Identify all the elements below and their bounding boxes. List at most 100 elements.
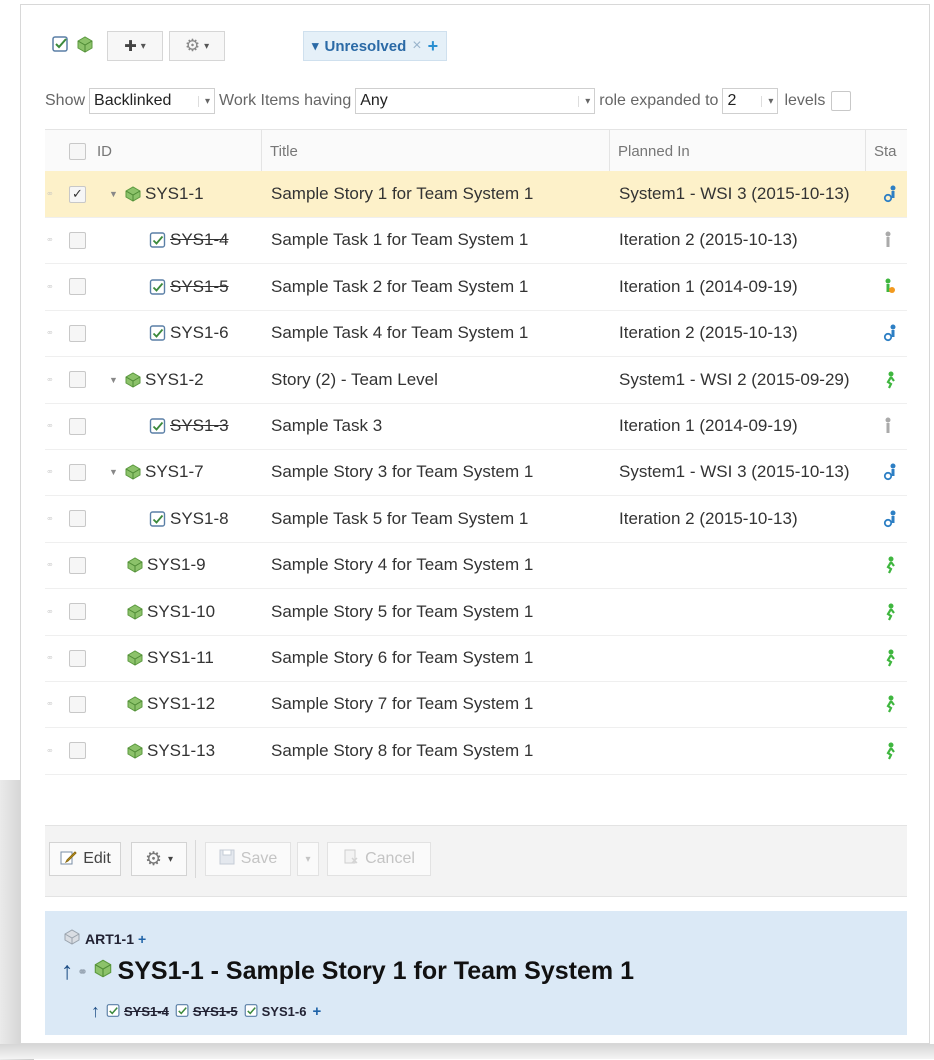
drag-handle-icon[interactable]: ◦◦: [47, 728, 53, 774]
work-item-id[interactable]: SYS1-5: [170, 277, 229, 297]
id-cell[interactable]: SYS1-13: [125, 728, 215, 774]
drag-handle-icon[interactable]: ◦◦: [47, 217, 53, 263]
up-arrow-icon[interactable]: ↑: [91, 1001, 100, 1022]
select-all-checkbox[interactable]: [69, 142, 86, 160]
drag-handle-icon[interactable]: ◦◦: [47, 496, 53, 542]
child-id[interactable]: SYS1-4: [124, 1004, 169, 1019]
table-row[interactable]: ◦◦ SYS1-13 Sample Story 8 for Team System …: [45, 728, 907, 775]
table-row[interactable]: ◦◦ SYS1-12 Sample Story 7 for Team System …: [45, 681, 907, 729]
id-cell[interactable]: SYS1-3: [149, 403, 229, 449]
column-header-title[interactable]: Title: [261, 130, 610, 172]
table-row[interactable]: ◦◦ ✓ ▼ SYS1-1 Sample Story 1 for Team System…: [45, 171, 907, 218]
title-cell[interactable]: Sample Task 3: [271, 403, 382, 449]
expand-toggle-icon[interactable]: ▼: [109, 449, 118, 495]
drag-handle-icon[interactable]: ◦◦: [47, 449, 53, 495]
title-cell[interactable]: Sample Story 4 for Team System 1: [271, 542, 533, 588]
drag-handle-icon[interactable]: ◦◦: [47, 681, 53, 727]
planned-in-cell[interactable]: System1 - WSI 3 (2015-10-13): [619, 171, 850, 217]
add-filter-icon[interactable]: +: [428, 36, 439, 57]
remove-filter-icon[interactable]: ×: [412, 37, 421, 55]
filter-chip-unresolved[interactable]: ▾ Unresolved × +: [303, 31, 448, 61]
id-cell[interactable]: SYS1-2: [123, 357, 204, 403]
planned-in-cell[interactable]: System1 - WSI 2 (2015-09-29): [619, 357, 850, 403]
id-cell[interactable]: SYS1-8: [149, 496, 229, 542]
table-row[interactable]: ◦◦ SYS1-5 Sample Task 2 for Team System 1 I…: [45, 264, 907, 311]
planned-in-cell[interactable]: Iteration 2 (2015-10-13): [619, 310, 798, 356]
row-checkbox[interactable]: [69, 742, 86, 760]
title-cell[interactable]: Sample Story 1 for Team System 1: [271, 171, 533, 217]
add-child-icon[interactable]: +: [312, 1003, 321, 1020]
id-cell[interactable]: SYS1-10: [125, 589, 215, 635]
id-cell[interactable]: SYS1-11: [125, 635, 214, 681]
table-row[interactable]: ◦◦ SYS1-9 Sample Story 4 for Team System 1: [45, 542, 907, 590]
id-cell[interactable]: SYS1-6: [149, 310, 229, 356]
row-checkbox[interactable]: [69, 463, 86, 481]
column-header-planned-in[interactable]: Planned In: [609, 130, 866, 172]
table-row[interactable]: ◦◦ SYS1-11 Sample Story 6 for Team System …: [45, 635, 907, 682]
id-cell[interactable]: SYS1-5: [149, 264, 229, 310]
row-checkbox[interactable]: [69, 649, 86, 667]
drag-handle-icon[interactable]: ◦◦: [47, 357, 53, 403]
add-parent-icon[interactable]: +: [138, 931, 146, 947]
cancel-button[interactable]: Cancel: [327, 842, 431, 876]
table-row[interactable]: ◦◦ ▼ SYS1-7 Sample Story 3 for Team System …: [45, 449, 907, 497]
more-actions-button[interactable]: ⚙ ▾: [131, 842, 187, 876]
row-checkbox[interactable]: ✓: [69, 185, 86, 203]
levels-select[interactable]: 2 ▾: [722, 88, 779, 114]
title-cell[interactable]: Story (2) - Team Level: [271, 357, 438, 403]
show-select[interactable]: Backlinked ▾: [89, 88, 216, 114]
drag-handle-icon[interactable]: ◦◦: [47, 171, 53, 217]
table-row[interactable]: ◦◦ SYS1-3 Sample Task 3 Iteration 1 (2014-0…: [45, 403, 907, 450]
id-cell[interactable]: SYS1-9: [125, 542, 206, 588]
work-item-id[interactable]: SYS1-13: [147, 741, 215, 761]
drag-handle-icon[interactable]: ◦◦: [47, 635, 53, 681]
column-header-id[interactable]: ID: [97, 130, 112, 172]
work-item-id[interactable]: SYS1-1: [145, 184, 204, 204]
work-item-id[interactable]: SYS1-4: [170, 230, 229, 250]
table-row[interactable]: ◦◦ SYS1-4 Sample Task 1 for Team System 1 I…: [45, 217, 907, 265]
drag-handle-icon[interactable]: ◦◦: [47, 310, 53, 356]
planned-in-cell[interactable]: System1 - WSI 3 (2015-10-13): [619, 449, 850, 495]
planned-in-cell[interactable]: Iteration 1 (2014-09-19): [619, 403, 798, 449]
planned-in-cell[interactable]: Iteration 1 (2014-09-19): [619, 264, 798, 310]
work-item-id[interactable]: SYS1-8: [170, 509, 229, 529]
work-item-id[interactable]: SYS1-11: [147, 648, 214, 668]
work-item-id[interactable]: SYS1-7: [145, 462, 204, 482]
title-cell[interactable]: Sample Story 7 for Team System 1: [271, 681, 533, 727]
title-cell[interactable]: Sample Story 6 for Team System 1: [271, 635, 533, 681]
table-row[interactable]: ◦◦ SYS1-10 Sample Story 5 for Team System …: [45, 589, 907, 636]
table-row[interactable]: ◦◦ SYS1-6 Sample Task 4 for Team System 1 I…: [45, 310, 907, 358]
child-id[interactable]: SYS1-6: [262, 1004, 307, 1019]
drag-handle-icon[interactable]: ◦◦: [47, 589, 53, 635]
row-checkbox[interactable]: [69, 324, 86, 342]
planned-in-cell[interactable]: Iteration 2 (2015-10-13): [619, 217, 798, 263]
child-id[interactable]: SYS1-5: [193, 1004, 238, 1019]
expand-toggle-icon[interactable]: ▼: [109, 357, 118, 403]
title-cell[interactable]: Sample Task 5 for Team System 1: [271, 496, 528, 542]
actions-menu-button[interactable]: ⚙ ▾: [169, 31, 225, 61]
chevron-down-icon[interactable]: ▾: [312, 38, 319, 54]
row-checkbox[interactable]: [69, 603, 86, 621]
work-item-id[interactable]: SYS1-2: [145, 370, 204, 390]
expand-toggle-icon[interactable]: ▼: [109, 171, 118, 217]
id-cell[interactable]: SYS1-7: [123, 449, 204, 495]
id-cell[interactable]: SYS1-1: [123, 171, 204, 217]
row-checkbox[interactable]: [69, 278, 86, 296]
view-type-toggle[interactable]: [45, 31, 101, 59]
work-item-id[interactable]: SYS1-3: [170, 416, 229, 436]
parent-id[interactable]: ART1-1: [85, 931, 134, 947]
work-item-id[interactable]: SYS1-6: [170, 323, 229, 343]
edit-button[interactable]: Edit: [49, 842, 121, 876]
row-checkbox[interactable]: [69, 417, 86, 435]
drag-handle-icon[interactable]: ◦◦: [47, 403, 53, 449]
levels-option-checkbox[interactable]: [831, 91, 852, 111]
id-cell[interactable]: SYS1-12: [125, 681, 215, 727]
title-cell[interactable]: Sample Task 1 for Team System 1: [271, 217, 528, 263]
title-cell[interactable]: Sample Story 3 for Team System 1: [271, 449, 533, 495]
title-cell[interactable]: Sample Task 2 for Team System 1: [271, 264, 528, 310]
planned-in-cell[interactable]: Iteration 2 (2015-10-13): [619, 496, 798, 542]
save-button[interactable]: Save: [205, 842, 291, 876]
title-cell[interactable]: Sample Story 5 for Team System 1: [271, 589, 533, 635]
work-item-id[interactable]: SYS1-9: [147, 555, 206, 575]
title-cell[interactable]: Sample Task 4 for Team System 1: [271, 310, 528, 356]
